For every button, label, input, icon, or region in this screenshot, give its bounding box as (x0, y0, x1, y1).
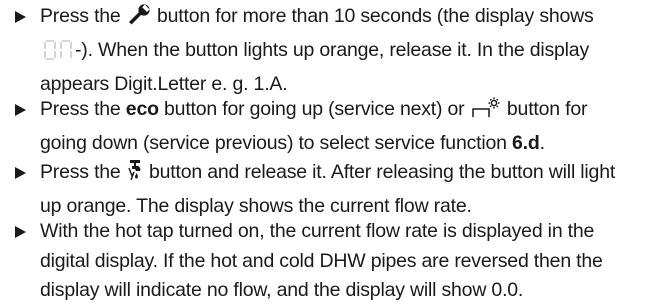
step-text: -). When the button lights up orange, re… (75, 38, 590, 61)
wrench-icon (126, 4, 152, 36)
service-function-code: 6.d (512, 131, 540, 154)
instruction-list: Press the button for more than 10 second… (0, 0, 650, 302)
bullet-arrow-icon (15, 167, 26, 179)
bullet-arrow-icon (15, 11, 26, 23)
step-text: button for more than 10 seconds (the dis… (157, 5, 594, 27)
bullet-arrow-icon (15, 226, 26, 238)
step-text: button for (506, 98, 588, 120)
seven-segment-display-icon (43, 39, 75, 71)
step-text: . (539, 131, 545, 154)
step-text: button and release it. After releasing t… (149, 161, 616, 183)
step-text: With the hot tap turned on, the current … (40, 220, 595, 242)
step-text: button for going up (service next) or (164, 98, 465, 120)
eco-button-label: eco (125, 98, 159, 120)
step-text: Press the (40, 161, 121, 183)
step-text: digital display. If the hot and cold DHW… (40, 249, 603, 272)
step-text: display will indicate no flow, and the d… (40, 279, 524, 301)
step-text: Press the (40, 98, 121, 120)
step-text: Press the (40, 5, 121, 27)
step-text: going down (service previous) to select … (40, 131, 507, 154)
hot-water-tap-icon (126, 158, 144, 192)
bullet-arrow-icon (15, 104, 26, 116)
temperature-down-sun-icon (470, 97, 502, 129)
